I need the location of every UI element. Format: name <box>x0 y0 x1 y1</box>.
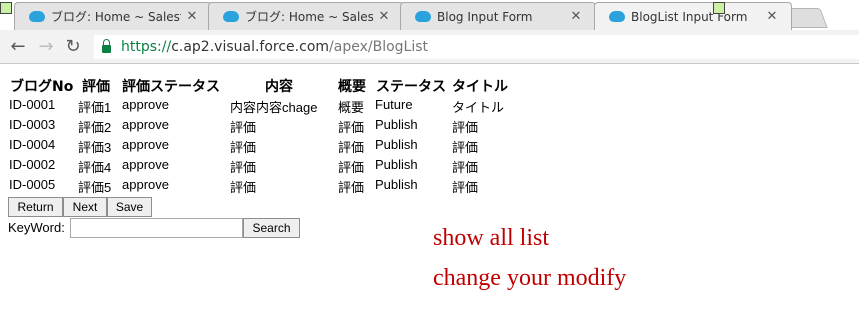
table-cell-status: Publish <box>375 117 418 132</box>
table-cell-content: 評価 <box>230 160 257 175</box>
table-cell-id: ID-0002 <box>9 157 56 172</box>
header-summary: 概要 <box>338 79 366 95</box>
salesforce-cloud-icon <box>223 11 239 22</box>
next-button[interactable]: Next <box>63 197 107 217</box>
table-cell-id: ID-0001 <box>9 97 56 112</box>
table-cell-summary: 評価 <box>338 160 365 175</box>
close-icon[interactable]: ✕ <box>765 9 779 24</box>
table-cell-rating-status: approve <box>122 177 169 192</box>
browser-tab-4-active[interactable]: BlogList Input Form ✕ <box>594 2 792 30</box>
table-cell-content: 評価 <box>230 140 257 155</box>
url-path: /apex/BlogList <box>329 39 429 55</box>
table-cell-summary: 評価 <box>338 120 365 135</box>
salesforce-cloud-icon <box>29 11 45 22</box>
forward-arrow-icon[interactable]: → <box>35 36 57 58</box>
salesforce-cloud-icon <box>415 11 431 22</box>
table-cell-title: 評価 <box>452 140 479 155</box>
address-bar[interactable]: https://c.ap2.visual.force.com/apex/Blog… <box>94 35 859 59</box>
browser-tab-3[interactable]: Blog Input Form ✕ <box>400 2 596 30</box>
reload-icon[interactable]: ↻ <box>62 36 84 58</box>
tab-title: Blog Input Form <box>437 9 533 24</box>
url-scheme: https:// <box>121 39 172 55</box>
header-title: タイトル <box>452 79 508 95</box>
table-cell-rating: 評価4 <box>78 160 112 175</box>
browser-toolbar: ← → ↻ https://c.ap2.visual.force.com/ape… <box>0 30 859 64</box>
table-cell-rating-status: approve <box>122 117 169 132</box>
table-cell-id: ID-0003 <box>9 117 56 132</box>
table-cell-rating-status: approve <box>122 137 169 152</box>
table-cell-status: Future <box>375 97 413 112</box>
table-cell-title: 評価 <box>452 180 479 195</box>
table-cell-title: 評価 <box>452 120 479 135</box>
keyword-label: KeyWord: <box>8 220 65 235</box>
tab-strip: ブログ: Home ~ Salesfo ✕ ブログ: Home ~ Salesf… <box>0 0 859 32</box>
header-blog-no: ブログNo <box>10 79 74 95</box>
search-button[interactable]: Search <box>243 218 300 238</box>
salesforce-cloud-icon <box>609 11 625 22</box>
marker-square-icon <box>0 2 12 14</box>
browser-tab-1[interactable]: ブログ: Home ~ Salesfo ✕ <box>14 2 212 30</box>
table-cell-status: Publish <box>375 137 418 152</box>
browser-tab-2[interactable]: ブログ: Home ~ Salesfo ✕ <box>208 2 404 30</box>
table-cell-summary: 概要 <box>338 100 365 115</box>
save-button[interactable]: Save <box>107 197 152 217</box>
table-cell-id: ID-0004 <box>9 137 56 152</box>
header-content: 内容 <box>265 79 293 95</box>
table-cell-title: 評価 <box>452 160 479 175</box>
table-cell-content: 評価 <box>230 180 257 195</box>
tab-title: ブログ: Home ~ Salesfo <box>245 10 373 24</box>
table-cell-rating-status: approve <box>122 157 169 172</box>
header-rating-status: 評価ステータス <box>122 79 220 95</box>
url-text: https://c.ap2.visual.force.com/apex/Blog… <box>121 39 428 55</box>
header-rating: 評価 <box>82 79 110 95</box>
marker-square-icon <box>713 2 725 14</box>
annotation-note-2: change your modify <box>433 265 627 291</box>
return-button[interactable]: Return <box>8 197 63 217</box>
table-cell-content: 評価 <box>230 120 257 135</box>
close-icon[interactable]: ✕ <box>377 9 391 24</box>
table-cell-status: Publish <box>375 157 418 172</box>
table-cell-rating-status: approve <box>122 97 169 112</box>
keyword-input[interactable] <box>70 218 243 238</box>
close-icon[interactable]: ✕ <box>185 9 199 24</box>
table-cell-title: タイトル <box>452 100 505 115</box>
annotation-note-1: show all list <box>433 225 550 251</box>
table-cell-rating: 評価2 <box>78 120 112 135</box>
page-content: ブログNo 評価 評価ステータス 内容 概要 ステータス タイトル ID-000… <box>0 64 859 333</box>
table-cell-summary: 評価 <box>338 140 365 155</box>
tab-title: BlogList Input Form <box>631 9 748 24</box>
header-status: ステータス <box>376 79 446 95</box>
tab-title: ブログ: Home ~ Salesfo <box>51 10 181 24</box>
table-cell-content: 内容内容chage <box>230 100 318 115</box>
url-host: c.ap2.visual.force.com <box>171 39 330 55</box>
table-cell-rating: 評価3 <box>78 140 112 155</box>
table-cell-status: Publish <box>375 177 418 192</box>
lock-icon <box>102 39 111 53</box>
table-cell-rating: 評価5 <box>78 180 112 195</box>
close-icon[interactable]: ✕ <box>569 9 583 24</box>
table-cell-summary: 評価 <box>338 180 365 195</box>
table-cell-rating: 評価1 <box>78 100 112 115</box>
back-arrow-icon[interactable]: ← <box>7 36 29 58</box>
table-cell-id: ID-0005 <box>9 177 56 192</box>
